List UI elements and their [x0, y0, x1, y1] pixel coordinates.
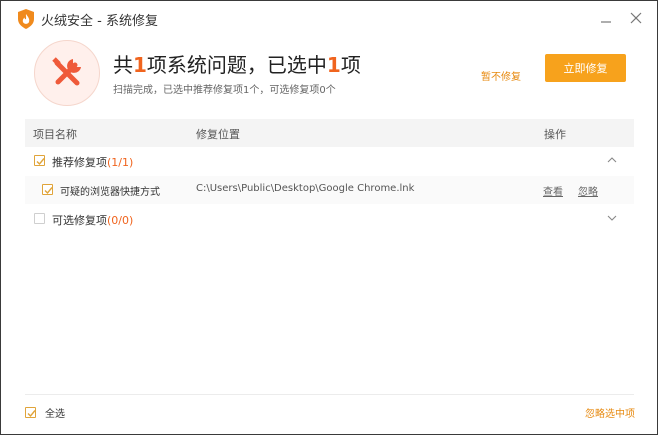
- scan-status-text: 扫描完成，已选中推荐修复项1个，可选修复项0个: [113, 85, 336, 96]
- headline-middle: 项系统问题，已选中: [146, 53, 327, 77]
- selected-issues-count: 1: [326, 53, 341, 77]
- window-title: 火绒安全 - 系统修复: [41, 14, 158, 29]
- footer-divider: [25, 394, 634, 395]
- huorong-logo-icon: [18, 9, 34, 29]
- group-recommended-count: (1/1): [107, 156, 134, 169]
- group-optional-count: (0/0): [107, 214, 134, 227]
- ignore-selected-button[interactable]: 忽略选中项: [585, 405, 635, 420]
- repair-window: 火绒安全 - 系统修复 共1项系统问题，已选中1项 扫描完成，已选中推荐修复项1…: [0, 0, 658, 435]
- view-link[interactable]: 查看: [543, 183, 563, 198]
- title-bar: 火绒安全 - 系统修复: [1, 1, 657, 37]
- group-recommended-checkbox[interactable]: [34, 155, 45, 166]
- headline-prefix: 共: [113, 53, 133, 77]
- repair-tools-badge: [34, 40, 100, 106]
- column-header-location: 修复位置: [196, 128, 240, 141]
- group-row-recommended[interactable]: 推荐修复项(1/1): [25, 147, 634, 175]
- headline-suffix: 项: [340, 53, 361, 77]
- column-header-name: 项目名称: [33, 128, 77, 141]
- minimize-icon[interactable]: [598, 10, 614, 26]
- close-icon[interactable]: [628, 10, 644, 26]
- repair-now-button[interactable]: 立即修复: [545, 54, 626, 82]
- ignore-link[interactable]: 忽略: [578, 183, 598, 198]
- item-location: C:\Users\Public\Desktop\Google Chrome.ln…: [196, 183, 415, 194]
- item-name: 可疑的浏览器快捷方式: [60, 187, 160, 198]
- group-optional-label: 可选修复项(0/0): [52, 212, 133, 228]
- group-row-optional[interactable]: 可选修复项(0/0): [25, 205, 634, 233]
- wrench-screwdriver-icon: [52, 57, 81, 86]
- group-optional-checkbox[interactable]: [34, 213, 45, 224]
- summary-headline: 共1项系统问题，已选中1项: [113, 49, 361, 78]
- skip-repair-button[interactable]: 暂不修复: [481, 68, 521, 83]
- select-all-label: 全选: [45, 409, 65, 420]
- select-all-checkbox[interactable]: [25, 407, 36, 418]
- column-header-actions: 操作: [544, 128, 566, 141]
- total-issues-count: 1: [133, 53, 147, 77]
- chevron-down-icon[interactable]: [607, 214, 617, 222]
- group-recommended-label: 推荐修复项(1/1): [52, 154, 133, 170]
- chevron-up-icon[interactable]: [607, 156, 617, 164]
- item-checkbox[interactable]: [42, 184, 53, 195]
- group-optional-title: 可选修复项: [52, 214, 107, 227]
- group-recommended-title: 推荐修复项: [52, 156, 107, 169]
- table-row: 可疑的浏览器快捷方式 C:\Users\Public\Desktop\Googl…: [25, 176, 634, 204]
- table-header: 项目名称 修复位置 操作: [25, 119, 634, 147]
